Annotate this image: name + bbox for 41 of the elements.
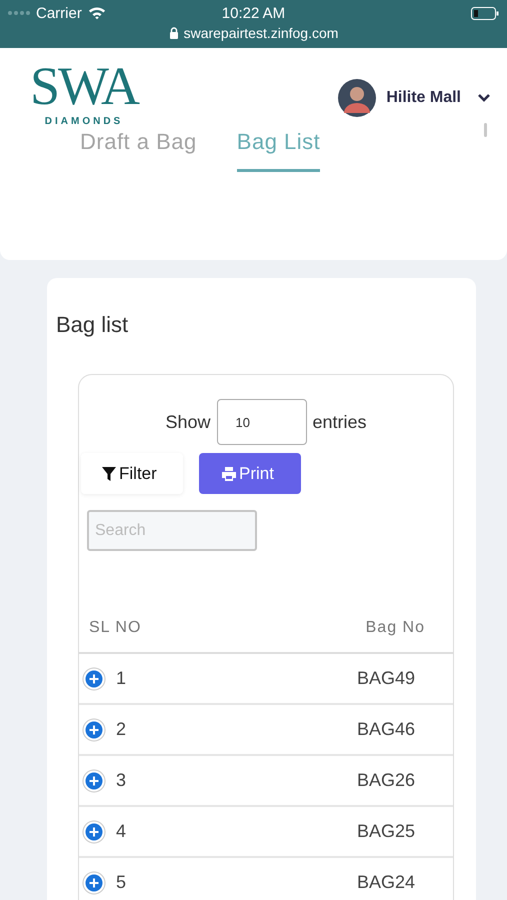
table-cell: 5: [116, 872, 126, 893]
table-cell-text: BAG26: [357, 770, 416, 791]
logo-subtitle: DIAMONDS: [44, 116, 124, 127]
column-header[interactable]: Bag No: [366, 619, 425, 637]
avatar-icon[interactable]: [338, 79, 376, 117]
logo-mark: SWA: [30, 56, 138, 116]
filter-icon: [101, 466, 117, 482]
expand-icon[interactable]: [82, 666, 106, 690]
expand-icon[interactable]: [82, 718, 106, 742]
table-cell-text: BAG49: [357, 668, 416, 689]
nav-tab[interactable]: Bag List: [236, 129, 320, 172]
printer-icon: [221, 466, 237, 482]
table-cell: 2: [116, 719, 126, 740]
user-name[interactable]: Hilite Mall: [386, 89, 461, 107]
expand-icon[interactable]: [82, 768, 106, 792]
signal-icon: [8, 11, 30, 15]
expand-icon[interactable]: [82, 870, 106, 894]
show-label: Show: [165, 412, 210, 432]
battery-icon: [471, 6, 499, 20]
search-field[interactable]: Search: [87, 510, 257, 551]
print-button[interactable]: Print: [199, 453, 301, 494]
entries-select[interactable]: 10: [216, 399, 306, 445]
expand-icon[interactable]: [82, 820, 106, 844]
carrier-name: Carrier: [36, 4, 82, 22]
table-cell: 3: [116, 770, 126, 791]
clock-time: 10:22 AM: [222, 4, 286, 22]
lock-icon: [168, 27, 179, 39]
card-title: Bag list: [56, 312, 130, 338]
table-cell-text: BAG25: [357, 821, 416, 842]
filter-button[interactable]: Filter: [81, 453, 183, 494]
column-header[interactable]: SL NO: [89, 619, 142, 637]
wifi-icon: [88, 6, 106, 20]
table-cell-text: BAG24: [357, 872, 416, 893]
page-url[interactable]: swarepairtest.zinfog.com: [184, 25, 338, 41]
table-cell: 4: [116, 821, 126, 842]
nav-tab[interactable]: Draft a Bag: [80, 129, 197, 172]
chevron-down-icon[interactable]: [477, 93, 491, 103]
scroll-indicator: [484, 123, 487, 137]
table-cell: 1: [116, 668, 126, 689]
entries-label: entries: [312, 412, 367, 432]
table-cell-text: BAG46: [357, 719, 416, 740]
